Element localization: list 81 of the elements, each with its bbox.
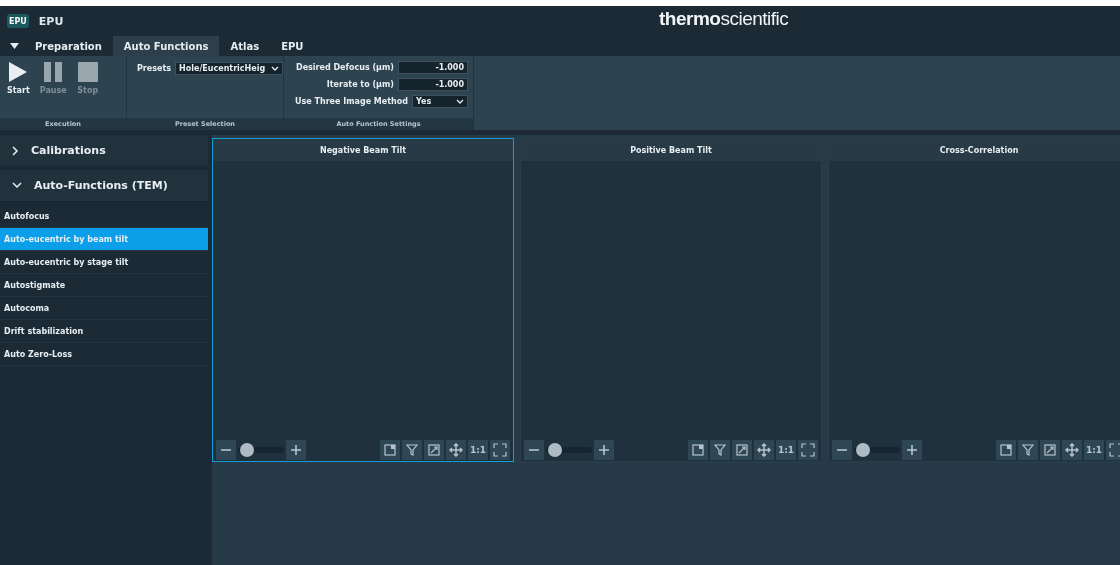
window-title: EPU <box>38 14 64 28</box>
number-field[interactable]: -1.000 <box>398 77 468 91</box>
zoom-out-button[interactable] <box>524 440 544 460</box>
slider-thumb[interactable] <box>240 443 255 457</box>
number-field[interactable]: -1.000 <box>398 60 468 74</box>
start-button[interactable]: Start <box>2 60 35 114</box>
move-icon <box>1065 443 1079 457</box>
toolbar-button[interactable] <box>996 440 1016 460</box>
chevron-right-icon <box>12 145 19 156</box>
field-label: Iterate to (µm) <box>326 79 394 89</box>
move-icon <box>449 443 463 457</box>
field-label: Desired Defocus (µm) <box>296 62 394 72</box>
zoom-out-button[interactable] <box>832 440 852 460</box>
image-panel[interactable]: Negative Beam Tilt 1:1 <box>212 138 514 462</box>
toolbar-button[interactable] <box>446 440 466 460</box>
toolbar-button[interactable] <box>402 440 422 460</box>
fit-screen-icon <box>493 443 507 457</box>
sidebar-item[interactable]: Auto-eucentric by stage tilt <box>0 251 208 274</box>
sidebar-item[interactable]: Autocoma <box>0 297 208 320</box>
toolbar-button[interactable] <box>1062 440 1082 460</box>
filter-icon <box>405 443 419 457</box>
section-header[interactable]: Auto-Functions (TEM) <box>0 170 208 202</box>
zoom-in-button[interactable] <box>286 440 306 460</box>
diagonal-arrows-icon <box>735 443 749 457</box>
zoom-out-button[interactable] <box>216 440 236 460</box>
diagonal-arrows-icon <box>427 443 441 457</box>
plus-icon <box>598 444 610 456</box>
sidebar-item[interactable]: Autostigmate <box>0 274 208 297</box>
chevron-down-icon <box>271 65 279 71</box>
panel-title: Negative Beam Tilt <box>213 139 513 161</box>
chevron-down-icon <box>456 98 464 104</box>
slider-thumb[interactable] <box>548 443 563 457</box>
toolbar-button[interactable] <box>710 440 730 460</box>
presets-label: Presets <box>137 63 171 73</box>
tab[interactable]: Atlas <box>219 36 271 56</box>
move-icon <box>757 443 771 457</box>
toolbar-button[interactable] <box>1018 440 1038 460</box>
slider-thumb[interactable] <box>856 443 871 457</box>
image-panel[interactable]: Cross-Correlation 1:1 <box>828 138 1120 462</box>
toolbar-button[interactable] <box>798 440 818 460</box>
toolbar-button[interactable] <box>1106 440 1120 460</box>
toolbar-button[interactable] <box>688 440 708 460</box>
window-icon <box>999 443 1013 457</box>
presets-dropdown[interactable]: Hole/EucentricHeig <box>175 61 283 75</box>
diagonal-arrows-icon <box>1043 443 1057 457</box>
fit-screen-icon <box>801 443 815 457</box>
menu-caret-icon[interactable] <box>9 43 19 49</box>
panel-title: Positive Beam Tilt <box>521 139 821 161</box>
brand-logo: thermoscientific <box>659 8 789 30</box>
tab[interactable]: Preparation <box>24 36 113 56</box>
filter-icon <box>713 443 727 457</box>
method-dropdown[interactable]: Yes <box>412 94 468 108</box>
window-icon <box>691 443 705 457</box>
tab[interactable]: Auto Functions <box>112 36 220 56</box>
panel-title: Cross-Correlation <box>829 139 1120 161</box>
sidebar-item[interactable]: Drift stabilization <box>0 320 208 343</box>
toolbar-button[interactable] <box>380 440 400 460</box>
zoom-in-button[interactable] <box>902 440 922 460</box>
actual-size-button[interactable]: 1:1 <box>776 440 796 460</box>
pause-icon <box>42 60 65 84</box>
sidebar-item[interactable]: Auto Zero-Loss <box>0 343 208 366</box>
stop-icon <box>76 60 99 84</box>
toolbar-button[interactable] <box>424 440 444 460</box>
section-header[interactable]: Calibrations <box>0 135 208 167</box>
plus-icon <box>290 444 302 456</box>
plus-icon <box>906 444 918 456</box>
image-panel[interactable]: Positive Beam Tilt 1:1 <box>520 138 822 462</box>
toolbar-button[interactable] <box>732 440 752 460</box>
actual-size-button[interactable]: 1:1 <box>1084 440 1104 460</box>
fit-screen-icon <box>1109 443 1120 457</box>
filter-icon <box>1021 443 1035 457</box>
toolbar-button[interactable] <box>754 440 774 460</box>
chevron-down-icon <box>12 182 22 189</box>
zoom-in-button[interactable] <box>594 440 614 460</box>
field-label: Use Three Image Method <box>295 96 408 106</box>
tab[interactable]: EPU <box>270 36 315 56</box>
toolbar-button[interactable] <box>490 440 510 460</box>
window-icon <box>383 443 397 457</box>
toolbar-button[interactable] <box>1040 440 1060 460</box>
actual-size-button[interactable]: 1:1 <box>468 440 488 460</box>
app-badge: EPU <box>7 14 29 28</box>
